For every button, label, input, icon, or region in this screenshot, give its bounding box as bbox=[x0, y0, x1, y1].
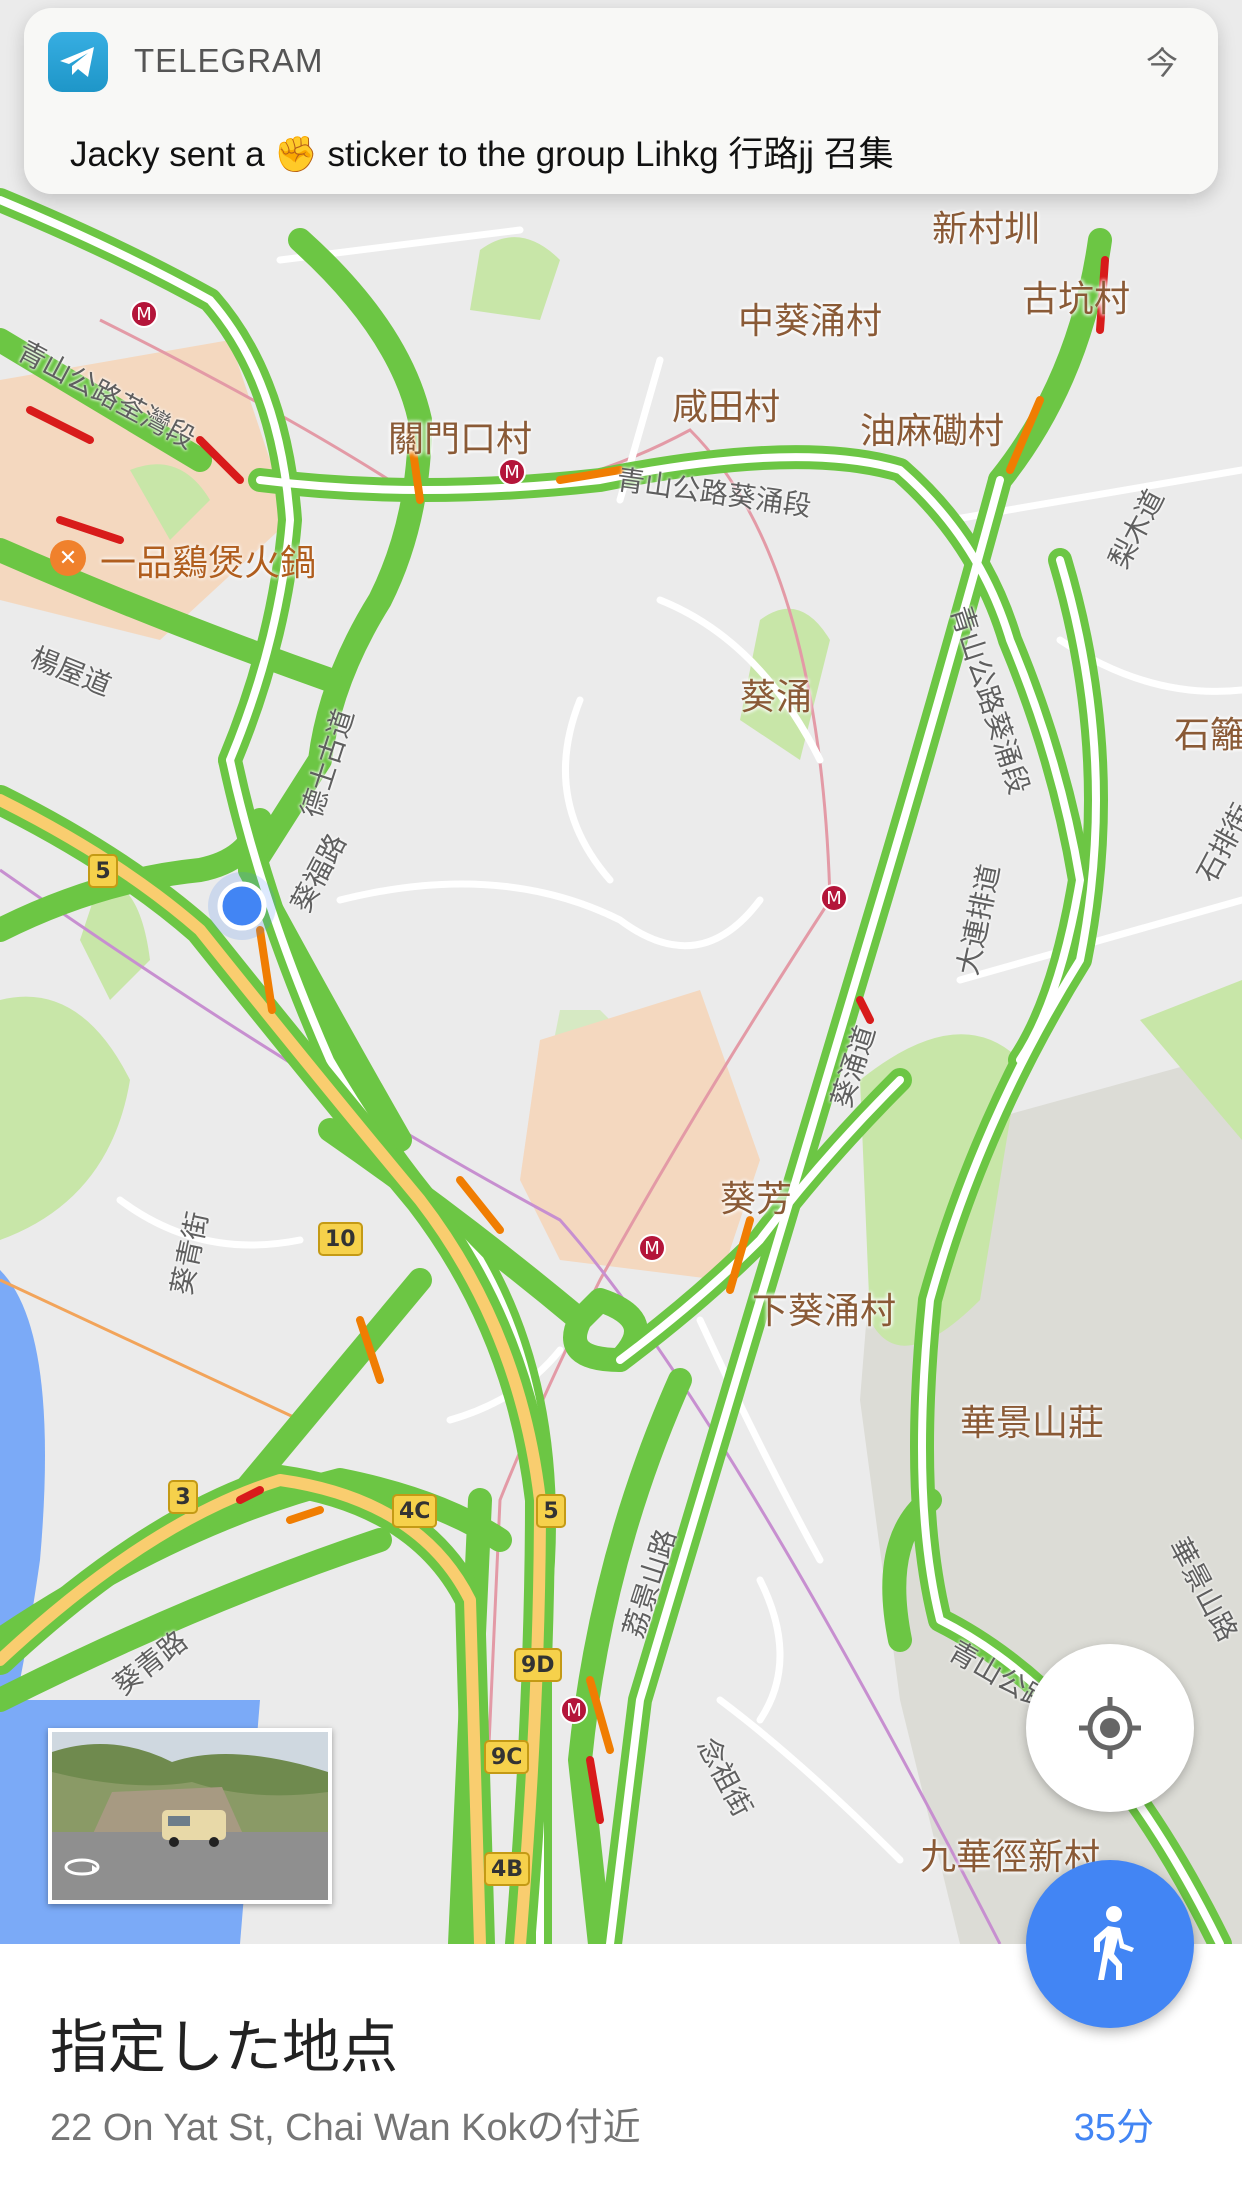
notification-banner[interactable]: TELEGRAM 今 Jacky sent a ✊ sticker to the… bbox=[24, 8, 1218, 194]
place-label: 油麻磡村 bbox=[860, 411, 1005, 452]
notification-message: Jacky sent a ✊ sticker to the group Lihk… bbox=[70, 135, 894, 174]
place-label: 關門口村 bbox=[388, 419, 533, 460]
place-label: 葵芳 bbox=[720, 1179, 793, 1220]
poi-label[interactable]: 一品鷄煲火鍋 bbox=[100, 534, 316, 586]
mtr-station-icon[interactable]: M bbox=[638, 1234, 666, 1262]
telegram-icon bbox=[48, 32, 108, 92]
walking-duration: 35分 bbox=[1073, 2107, 1154, 2149]
walking-directions-button[interactable] bbox=[1026, 1860, 1194, 2028]
crosshair-icon bbox=[1079, 1697, 1141, 1759]
notification-app-name: TELEGRAM bbox=[134, 42, 324, 79]
route-shield: 9C bbox=[484, 1740, 530, 1774]
route-shield: 10 bbox=[318, 1222, 363, 1256]
street-view-thumbnail[interactable] bbox=[48, 1728, 332, 1904]
place-label: 華景山莊 bbox=[960, 1403, 1105, 1444]
mtr-station-icon[interactable]: M bbox=[820, 884, 848, 912]
place-address: 22 On Yat St, Chai Wan Kokの付近 bbox=[50, 2107, 641, 2149]
route-shield: 3 bbox=[168, 1480, 198, 1514]
route-shield: 9D bbox=[514, 1648, 562, 1682]
mtr-station-icon[interactable]: M bbox=[498, 458, 526, 486]
place-label: 新村圳 bbox=[932, 209, 1041, 250]
mtr-station-icon[interactable]: M bbox=[560, 1696, 588, 1724]
place-label: 下葵涌村 bbox=[752, 1291, 897, 1332]
place-label: 古坑村 bbox=[1022, 279, 1131, 320]
walking-person-icon bbox=[1094, 1906, 1134, 1980]
route-shield: 4B bbox=[484, 1852, 531, 1886]
rotate-360-icon bbox=[62, 1852, 102, 1882]
my-location-button[interactable] bbox=[1026, 1644, 1194, 1812]
route-shield: 4C bbox=[392, 1494, 438, 1528]
place-title: 指定した地点 bbox=[50, 2013, 399, 2081]
place-label: 中葵涌村 bbox=[738, 301, 883, 342]
route-shield: 5 bbox=[88, 854, 118, 888]
place-label: 咸田村 bbox=[672, 387, 781, 428]
mtr-station-icon[interactable]: M bbox=[130, 300, 158, 328]
notification-time: 今 bbox=[1145, 44, 1178, 82]
route-shield: 5 bbox=[536, 1494, 566, 1528]
map-view[interactable]: 中葵涌村 古坑村 咸田村 油麻磡村 關門口村 葵涌 石籬 葵芳 下葵涌村 華景山… bbox=[0, 0, 1242, 1944]
place-label: 石籬 bbox=[1174, 715, 1242, 756]
restaurant-icon[interactable]: ✕ bbox=[50, 540, 86, 576]
place-label: 葵涌 bbox=[740, 677, 813, 718]
